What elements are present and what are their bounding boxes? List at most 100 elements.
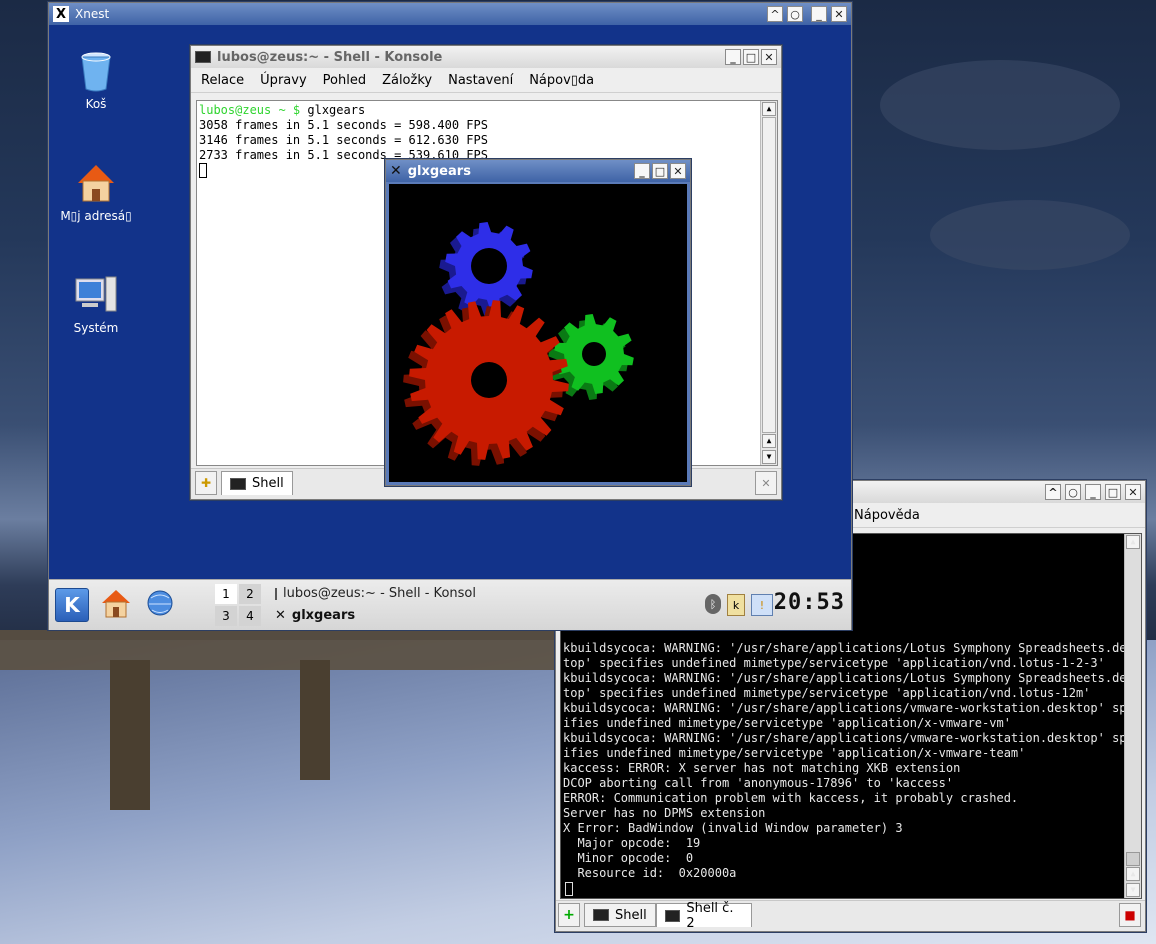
terminal-line: kbuildsycoca: WARNING: '/usr/share/appli… [563,701,1141,715]
glxgears-window: ✕ glxgears _ □ ✕ [385,159,691,486]
clock[interactable]: 20:53 [774,590,845,615]
new-session-icon: ✚ [200,476,212,490]
terminal-icon [195,51,211,63]
minimize-icon[interactable]: _ [811,6,827,22]
terminal-line: DCOP aborting call from 'anonymous-17896… [563,776,954,790]
terminal-icon [230,477,246,490]
maximize-icon[interactable]: □ [1105,484,1121,500]
scroll-up-icon[interactable]: ▲ [762,434,776,448]
maximize-icon[interactable]: □ [652,163,668,179]
terminal-line: kbuildsycoca: WARNING: '/usr/share/appli… [563,671,1141,685]
minimize-icon[interactable]: _ [1085,484,1101,500]
terminal-line: X Error: BadWindow (invalid Window param… [563,821,903,835]
trash-icon [74,49,118,93]
desktop-icon-system[interactable]: Systém [51,273,141,335]
kde-logo-icon: K [64,593,80,617]
new-tab-button[interactable]: ✚ [195,471,217,495]
terminal-line: ifies undefined mimetype/servicetype 'ap… [563,746,1026,760]
terminal-line: top' specifies undefined mimetype/servic… [563,656,1105,670]
home-folder-icon [74,161,118,205]
terminal-line: Server has no DPMS extension [563,806,766,820]
terminal-line: kbuildsycoca: WARNING: '/usr/share/appli… [563,731,1141,745]
bluetooth-icon[interactable]: ᛒ [705,594,721,614]
x-logo-icon: ✕ [275,608,286,623]
pager-desktop-4[interactable]: 4 [239,606,261,626]
terminal-line: kbuildsycoca: WARNING: '/usr/share/appli… [563,641,1141,655]
scroll-down-icon[interactable]: ▼ [762,450,776,464]
xnest-titlebar[interactable]: X Xnest ^ ○ _ ✕ [49,3,851,25]
terminal-line: kaccess: ERROR: X server has not matchin… [563,761,961,775]
desktop-icon-trash[interactable]: Koš [51,49,141,111]
close-tab-button[interactable]: ■ [1119,903,1141,927]
system-tray: ᛒ k ! [705,594,773,616]
klipper-icon[interactable]: k [727,594,745,616]
konqueror-icon [147,590,173,616]
task-glxgears[interactable]: ✕ glxgears [275,608,355,623]
glxgears-titlebar[interactable]: ✕ glxgears _ □ ✕ [386,160,690,182]
menu-relace[interactable]: Relace [193,73,252,88]
tab-shell[interactable]: Shell [221,471,293,495]
terminal-line: top' specifies undefined mimetype/servic… [563,686,1091,700]
gears-canvas[interactable] [389,184,687,482]
scroll-up-icon[interactable]: ▲ [762,102,776,116]
new-tab-button[interactable]: + [558,903,580,927]
terminal-line: Major opcode: 19 [563,836,701,850]
minimize-icon[interactable]: _ [634,163,650,179]
konsole-menubar: Relace Úpravy Pohled Záložky Nastavení N… [191,68,781,93]
menu-upravy[interactable]: Úpravy [252,73,314,88]
menu-help[interactable]: Nápověda [846,508,928,523]
desktop-icon-home[interactable]: M▯j adresá▯ [51,161,141,223]
konsole-titlebar[interactable]: lubos@zeus:~ - Shell - Konsole _ □ ✕ [191,46,781,68]
background-bench [0,630,560,670]
kde-panel: K 1 2 3 4 lubos@zeus:~ - Shell - Konsole… [49,579,851,630]
sticky-icon[interactable]: ○ [1065,484,1081,500]
kde-menu-button[interactable]: K [55,588,89,622]
pager-desktop-2[interactable]: 2 [239,584,261,604]
scrollbar[interactable]: ▲ ▲ ▼ [1124,534,1141,898]
scrollbar[interactable]: ▲ ▲ ▼ [760,101,777,465]
maximize-icon[interactable]: □ [743,49,759,65]
close-tab-icon: ✕ [761,476,771,490]
terminal-icon [593,909,609,921]
x-logo-icon: X [53,6,69,22]
close-icon[interactable]: ✕ [670,163,686,179]
close-icon[interactable]: ✕ [831,6,847,22]
update-notifier-icon[interactable]: ! [751,594,773,616]
browser-button[interactable] [143,586,177,620]
scroll-thumb[interactable] [1126,852,1140,866]
blue-gear [439,222,533,316]
scroll-down-icon[interactable]: ▲ [1126,867,1140,881]
help-icon[interactable]: ^ [767,6,783,22]
scroll-up-icon[interactable]: ▲ [1126,535,1140,549]
minimize-icon[interactable]: _ [725,49,741,65]
tab-shell-2[interactable]: Shell č. 2 [656,901,752,931]
scroll-down-icon[interactable]: ▼ [1126,883,1140,897]
menu-pohled[interactable]: Pohled [315,73,374,88]
help-icon[interactable]: ^ [1045,484,1061,500]
scroll-thumb[interactable] [762,117,776,433]
tab-shell[interactable]: Shell [584,903,656,927]
menu-zalozky[interactable]: Záložky [374,73,440,88]
menu-napoveda[interactable]: Nápov▯da [521,73,602,88]
pager-desktop-3[interactable]: 3 [215,606,237,626]
new-tab-icon: + [563,907,575,923]
menu-nastaveni[interactable]: Nastavení [440,73,521,88]
close-tab-button[interactable]: ✕ [755,471,777,495]
task-konsole[interactable]: lubos@zeus:~ - Shell - Konsole [275,586,475,601]
terminal-line: ifies undefined mimetype/servicetype 'ap… [563,716,1011,730]
home-button[interactable] [99,586,133,620]
terminal-line: ERROR: Communication problem with kacces… [563,791,1019,805]
desktop-pager: 1 2 3 4 [215,584,261,626]
close-icon[interactable]: ✕ [761,49,777,65]
sticky-icon[interactable]: ○ [787,6,803,22]
konsole2-tabbar: + Shell Shell č. 2 ■ [556,900,1145,931]
close-tab-icon: ■ [1124,908,1136,922]
prompt-line: lubos@zeus ~ $ glxgears [199,103,366,117]
terminal-icon [665,909,681,922]
close-icon[interactable]: ✕ [1125,484,1141,500]
pager-desktop-1[interactable]: 1 [215,584,237,604]
cursor [199,163,207,178]
red-gear [403,300,569,466]
x-logo-icon: ✕ [390,163,402,179]
cursor [565,882,573,896]
